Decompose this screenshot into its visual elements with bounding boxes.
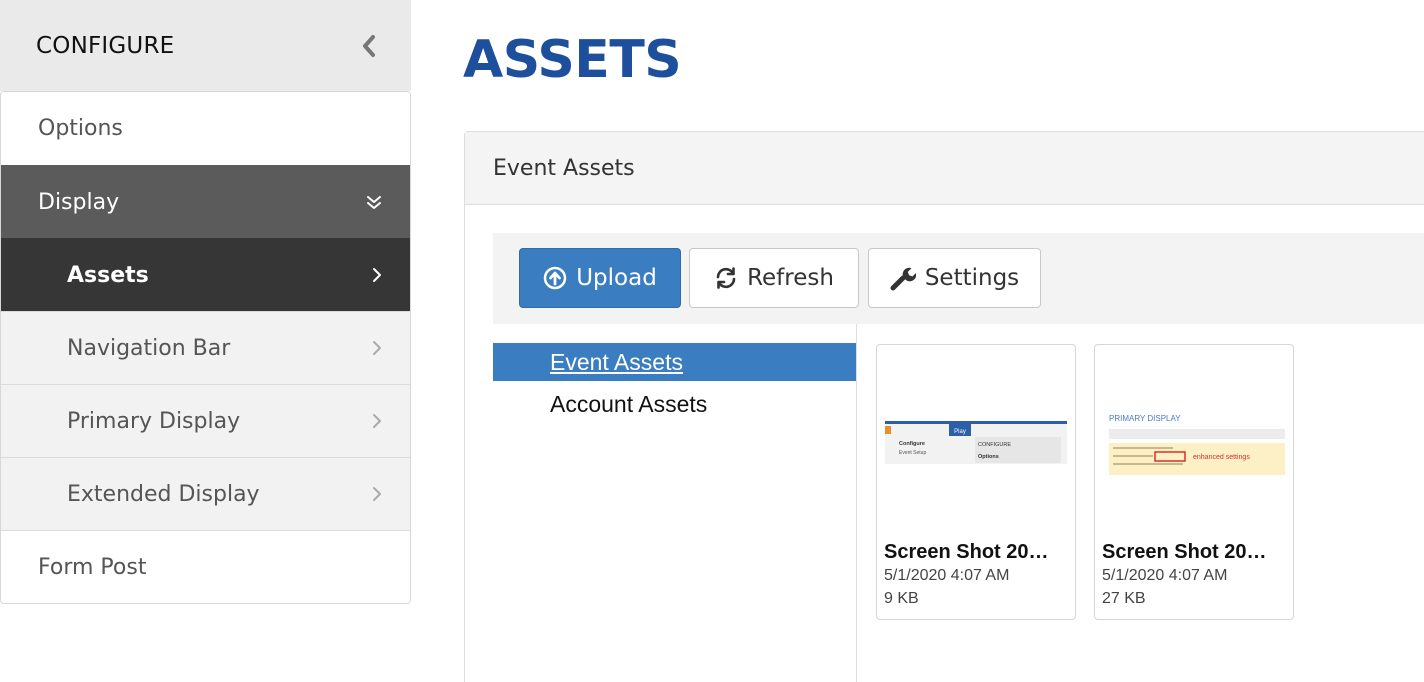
sidebar-item-primary-display[interactable]: Primary Display <box>1 384 410 457</box>
file-size: 9 KB <box>884 590 919 607</box>
sidebar-item-assets[interactable]: Assets <box>1 238 410 311</box>
refresh-button-label: Refresh <box>747 265 834 291</box>
thumb-text: Play <box>954 429 966 435</box>
sidebar: CONFIGURE Options Display Assets Navigat… <box>0 0 411 682</box>
sidebar-item-label: Extended Display <box>67 481 260 507</box>
chevron-left-icon <box>363 34 375 57</box>
sidebar-item-display[interactable]: Display <box>1 165 410 238</box>
folder-tree: Event Assets Account Assets <box>493 324 857 682</box>
tree-item-label: Event Assets <box>550 348 683 375</box>
sidebar-item-options[interactable]: Options <box>1 92 410 165</box>
refresh-button[interactable]: Refresh <box>689 248 859 308</box>
chevron-right-icon <box>373 341 381 355</box>
tree-item-account-assets[interactable]: Account Assets <box>493 385 856 423</box>
collapse-sidebar-button[interactable] <box>357 34 381 58</box>
settings-button[interactable]: Settings <box>868 248 1041 308</box>
file-name: Screen Shot 20… <box>884 541 1049 563</box>
sidebar-header: CONFIGURE <box>0 0 411 91</box>
file-date: 5/1/2020 4:07 AM <box>884 567 1010 584</box>
chevron-right-icon <box>373 414 381 428</box>
file-date: 5/1/2020 4:07 AM <box>1102 567 1228 584</box>
file-card[interactable]: Play Configure Event Setup CONFIGURE Opt… <box>876 344 1076 620</box>
tree-item-label: Account Assets <box>550 390 708 417</box>
double-chevron-down-icon <box>367 196 381 209</box>
sidebar-menu: Options Display Assets Navigation Bar Pr… <box>0 91 411 604</box>
settings-button-label: Settings <box>924 265 1020 291</box>
chevron-right-icon <box>373 268 381 282</box>
sidebar-item-label: Primary Display <box>67 408 241 434</box>
wrench-icon <box>890 267 916 291</box>
sidebar-item-label: Display <box>38 189 120 215</box>
sidebar-title: CONFIGURE <box>36 32 175 59</box>
circle-arrow-up-icon <box>543 266 567 290</box>
chevron-right-icon <box>373 487 381 501</box>
file-thumbnail: Play Configure Event Setup CONFIGURE Opt… <box>885 375 1067 525</box>
sidebar-item-label: Assets <box>67 262 149 288</box>
page-title: ASSETS <box>463 30 682 90</box>
sidebar-item-form-post[interactable]: Form Post <box>1 530 410 603</box>
thumb-text: CONFIGURE <box>978 442 1011 448</box>
refresh-icon <box>716 267 736 289</box>
thumb-text: Event Setup <box>899 450 926 456</box>
file-card[interactable]: PRIMARY DISPLAY enhanced settings Screen… <box>1094 344 1294 620</box>
upload-button[interactable]: Upload <box>519 248 681 308</box>
sidebar-item-label: Navigation Bar <box>67 335 231 361</box>
tree-item-event-assets[interactable]: Event Assets <box>493 343 856 381</box>
sidebar-item-extended-display[interactable]: Extended Display <box>1 457 410 530</box>
file-name: Screen Shot 20… <box>1102 541 1267 563</box>
thumb-text: enhanced settings <box>1193 454 1250 461</box>
panel-header: Event Assets <box>465 132 1424 205</box>
file-size: 27 KB <box>1102 590 1146 607</box>
thumb-text: Options <box>978 454 999 460</box>
sidebar-item-label: Form Post <box>38 554 147 580</box>
thumb-text: Configure <box>899 441 925 447</box>
toolbar: Upload Refresh Settings <box>493 233 1424 324</box>
sidebar-item-label: Options <box>38 116 123 141</box>
assets-panel: Event Assets Upload Refresh Settings Eve… <box>464 131 1424 682</box>
sidebar-item-navigation-bar[interactable]: Navigation Bar <box>1 311 410 384</box>
file-thumbnail: PRIMARY DISPLAY enhanced settings <box>1103 375 1285 525</box>
upload-button-label: Upload <box>576 265 657 291</box>
thumb-text: PRIMARY DISPLAY <box>1109 414 1181 423</box>
